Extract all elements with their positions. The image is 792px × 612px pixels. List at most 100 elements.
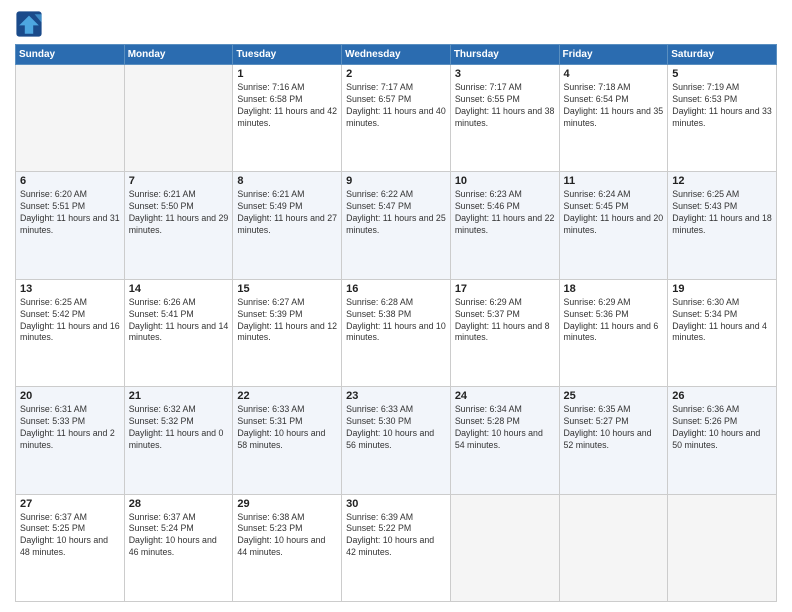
day-info: Sunrise: 6:37 AMSunset: 5:24 PMDaylight:… [129, 512, 229, 560]
day-number: 20 [20, 390, 120, 402]
day-info-line: Daylight: 11 hours and 22 minutes. [455, 213, 555, 235]
day-info-line: Sunrise: 6:21 AM [237, 189, 304, 199]
day-number: 6 [20, 175, 120, 187]
calendar-day-cell [559, 494, 668, 601]
day-number: 15 [237, 283, 337, 295]
day-info-line: Sunset: 6:53 PM [672, 94, 737, 104]
day-info-line: Sunset: 5:43 PM [672, 201, 737, 211]
day-number: 29 [237, 498, 337, 510]
day-info-line: Daylight: 10 hours and 58 minutes. [237, 428, 325, 450]
calendar-day-cell: 23Sunrise: 6:33 AMSunset: 5:30 PMDayligh… [342, 387, 451, 494]
calendar-week-row: 1Sunrise: 7:16 AMSunset: 6:58 PMDaylight… [16, 65, 777, 172]
day-info-line: Daylight: 11 hours and 38 minutes. [455, 106, 555, 128]
day-info-line: Daylight: 11 hours and 16 minutes. [20, 321, 120, 343]
day-info-line: Sunset: 5:47 PM [346, 201, 411, 211]
weekday-header-cell: Sunday [16, 45, 125, 65]
day-number: 8 [237, 175, 337, 187]
day-number: 18 [564, 283, 664, 295]
calendar-day-cell: 11Sunrise: 6:24 AMSunset: 5:45 PMDayligh… [559, 172, 668, 279]
weekday-header-cell: Wednesday [342, 45, 451, 65]
day-info-line: Daylight: 11 hours and 14 minutes. [129, 321, 229, 343]
day-info-line: Sunset: 6:55 PM [455, 94, 520, 104]
day-info-line: Sunset: 5:31 PM [237, 416, 302, 426]
day-info: Sunrise: 7:16 AMSunset: 6:58 PMDaylight:… [237, 82, 337, 130]
day-info-line: Daylight: 10 hours and 46 minutes. [129, 535, 217, 557]
day-info-line: Daylight: 11 hours and 27 minutes. [237, 213, 337, 235]
day-info: Sunrise: 6:30 AMSunset: 5:34 PMDaylight:… [672, 297, 772, 345]
day-number: 19 [672, 283, 772, 295]
day-info: Sunrise: 6:35 AMSunset: 5:27 PMDaylight:… [564, 404, 664, 452]
header [15, 10, 777, 38]
day-info-line: Sunrise: 7:16 AM [237, 82, 304, 92]
day-info-line: Sunset: 5:46 PM [455, 201, 520, 211]
day-info: Sunrise: 6:38 AMSunset: 5:23 PMDaylight:… [237, 512, 337, 560]
day-number: 23 [346, 390, 446, 402]
day-info: Sunrise: 6:29 AMSunset: 5:36 PMDaylight:… [564, 297, 664, 345]
calendar-day-cell [668, 494, 777, 601]
day-info-line: Sunset: 5:51 PM [20, 201, 85, 211]
day-info: Sunrise: 7:18 AMSunset: 6:54 PMDaylight:… [564, 82, 664, 130]
calendar-day-cell: 19Sunrise: 6:30 AMSunset: 5:34 PMDayligh… [668, 279, 777, 386]
calendar-day-cell: 21Sunrise: 6:32 AMSunset: 5:32 PMDayligh… [124, 387, 233, 494]
day-info: Sunrise: 6:21 AM Sunset: 5:49 PM Daylight:… [237, 189, 337, 237]
day-info-line: Sunset: 5:49 PM [237, 201, 302, 211]
day-info-line: Sunrise: 6:22 AM [346, 189, 413, 199]
calendar-day-cell: 8 Sunrise: 6:21 AM Sunset: 5:49 PM Daylight… [233, 172, 342, 279]
day-info-line: Sunrise: 6:29 AM [455, 297, 522, 307]
day-info-line: Sunrise: 6:28 AM [346, 297, 413, 307]
day-info-line: Sunrise: 7:17 AM [346, 82, 413, 92]
day-info-line: Daylight: 11 hours and 40 minutes. [346, 106, 446, 128]
day-number: 13 [20, 283, 120, 295]
day-info-line: Sunrise: 6:26 AM [129, 297, 196, 307]
day-number: 3 [455, 68, 555, 80]
day-info-line: Sunset: 5:36 PM [564, 309, 629, 319]
day-info-line: Sunset: 5:23 PM [237, 523, 302, 533]
day-info-line: Sunset: 5:39 PM [237, 309, 302, 319]
day-info-line: Sunset: 5:45 PM [564, 201, 629, 211]
calendar-day-cell [16, 65, 125, 172]
day-number: 28 [129, 498, 229, 510]
calendar-day-cell: 6Sunrise: 6:20 AMSunset: 5:51 PMDaylight… [16, 172, 125, 279]
calendar-day-cell: 2Sunrise: 7:17 AMSunset: 6:57 PMDaylight… [342, 65, 451, 172]
day-info-line: Sunset: 5:50 PM [129, 201, 194, 211]
calendar-day-cell: 9Sunrise: 6:22 AMSunset: 5:47 PMDaylight… [342, 172, 451, 279]
day-number: 24 [455, 390, 555, 402]
calendar-day-cell: 26Sunrise: 6:36 AMSunset: 5:26 PMDayligh… [668, 387, 777, 494]
day-info-line: Sunset: 5:30 PM [346, 416, 411, 426]
calendar-day-cell: 18Sunrise: 6:29 AMSunset: 5:36 PMDayligh… [559, 279, 668, 386]
weekday-header-row: SundayMondayTuesdayWednesdayThursdayFrid… [16, 45, 777, 65]
calendar-day-cell [124, 65, 233, 172]
day-info-line: Sunrise: 6:25 AM [20, 297, 87, 307]
day-info: Sunrise: 7:17 AMSunset: 6:57 PMDaylight:… [346, 82, 446, 130]
day-info-line: Sunset: 5:37 PM [455, 309, 520, 319]
day-info-line: Sunset: 6:58 PM [237, 94, 302, 104]
day-number: 27 [20, 498, 120, 510]
day-info: Sunrise: 6:25 AMSunset: 5:42 PMDaylight:… [20, 297, 120, 345]
day-number: 16 [346, 283, 446, 295]
day-info-line: Sunrise: 6:21 AM [129, 189, 196, 199]
day-info-line: Sunrise: 6:32 AM [129, 404, 196, 414]
calendar-week-row: 13 Sunrise: 6:25 AMSunset: 5:42 PMDayligh… [16, 279, 777, 386]
day-info-line: Sunset: 5:34 PM [672, 309, 737, 319]
day-info: Sunrise: 7:19 AMSunset: 6:53 PMDaylight:… [672, 82, 772, 130]
calendar-day-cell [450, 494, 559, 601]
weekday-header-cell: Monday [124, 45, 233, 65]
day-info-line: Sunset: 5:22 PM [346, 523, 411, 533]
calendar-day-cell: 15Sunrise: 6:27 AMSunset: 5:39 PMDayligh… [233, 279, 342, 386]
day-info-line: Daylight: 11 hours and 31 minutes. [20, 213, 120, 235]
day-info: Sunrise: 6:39 AMSunset: 5:22 PMDaylight:… [346, 512, 446, 560]
day-info-line: Daylight: 11 hours and 33 minutes. [672, 106, 772, 128]
day-number: 9 [346, 175, 446, 187]
day-info-line: Sunrise: 6:30 AM [672, 297, 739, 307]
calendar-day-cell: 25Sunrise: 6:35 AMSunset: 5:27 PMDayligh… [559, 387, 668, 494]
day-number: 10 [455, 175, 555, 187]
day-info: Sunrise: 6:24 AMSunset: 5:45 PMDaylight:… [564, 189, 664, 237]
day-info: Sunrise: 6:31 AMSunset: 5:33 PMDaylight:… [20, 404, 120, 452]
day-info-line: Sunrise: 6:29 AM [564, 297, 631, 307]
calendar-day-cell: 20 Sunrise: 6:31 AMSunset: 5:33 PMDayligh… [16, 387, 125, 494]
calendar-body: 1Sunrise: 7:16 AMSunset: 6:58 PMDaylight… [16, 65, 777, 602]
calendar-week-row: 27Sunrise: 6:37 AMSunset: 5:25 PMDayligh… [16, 494, 777, 601]
day-info-line: Sunrise: 6:31 AM [20, 404, 87, 414]
calendar-day-cell: 14Sunrise: 6:26 AMSunset: 5:41 PMDayligh… [124, 279, 233, 386]
day-info-line: Daylight: 11 hours and 2 minutes. [20, 428, 115, 450]
